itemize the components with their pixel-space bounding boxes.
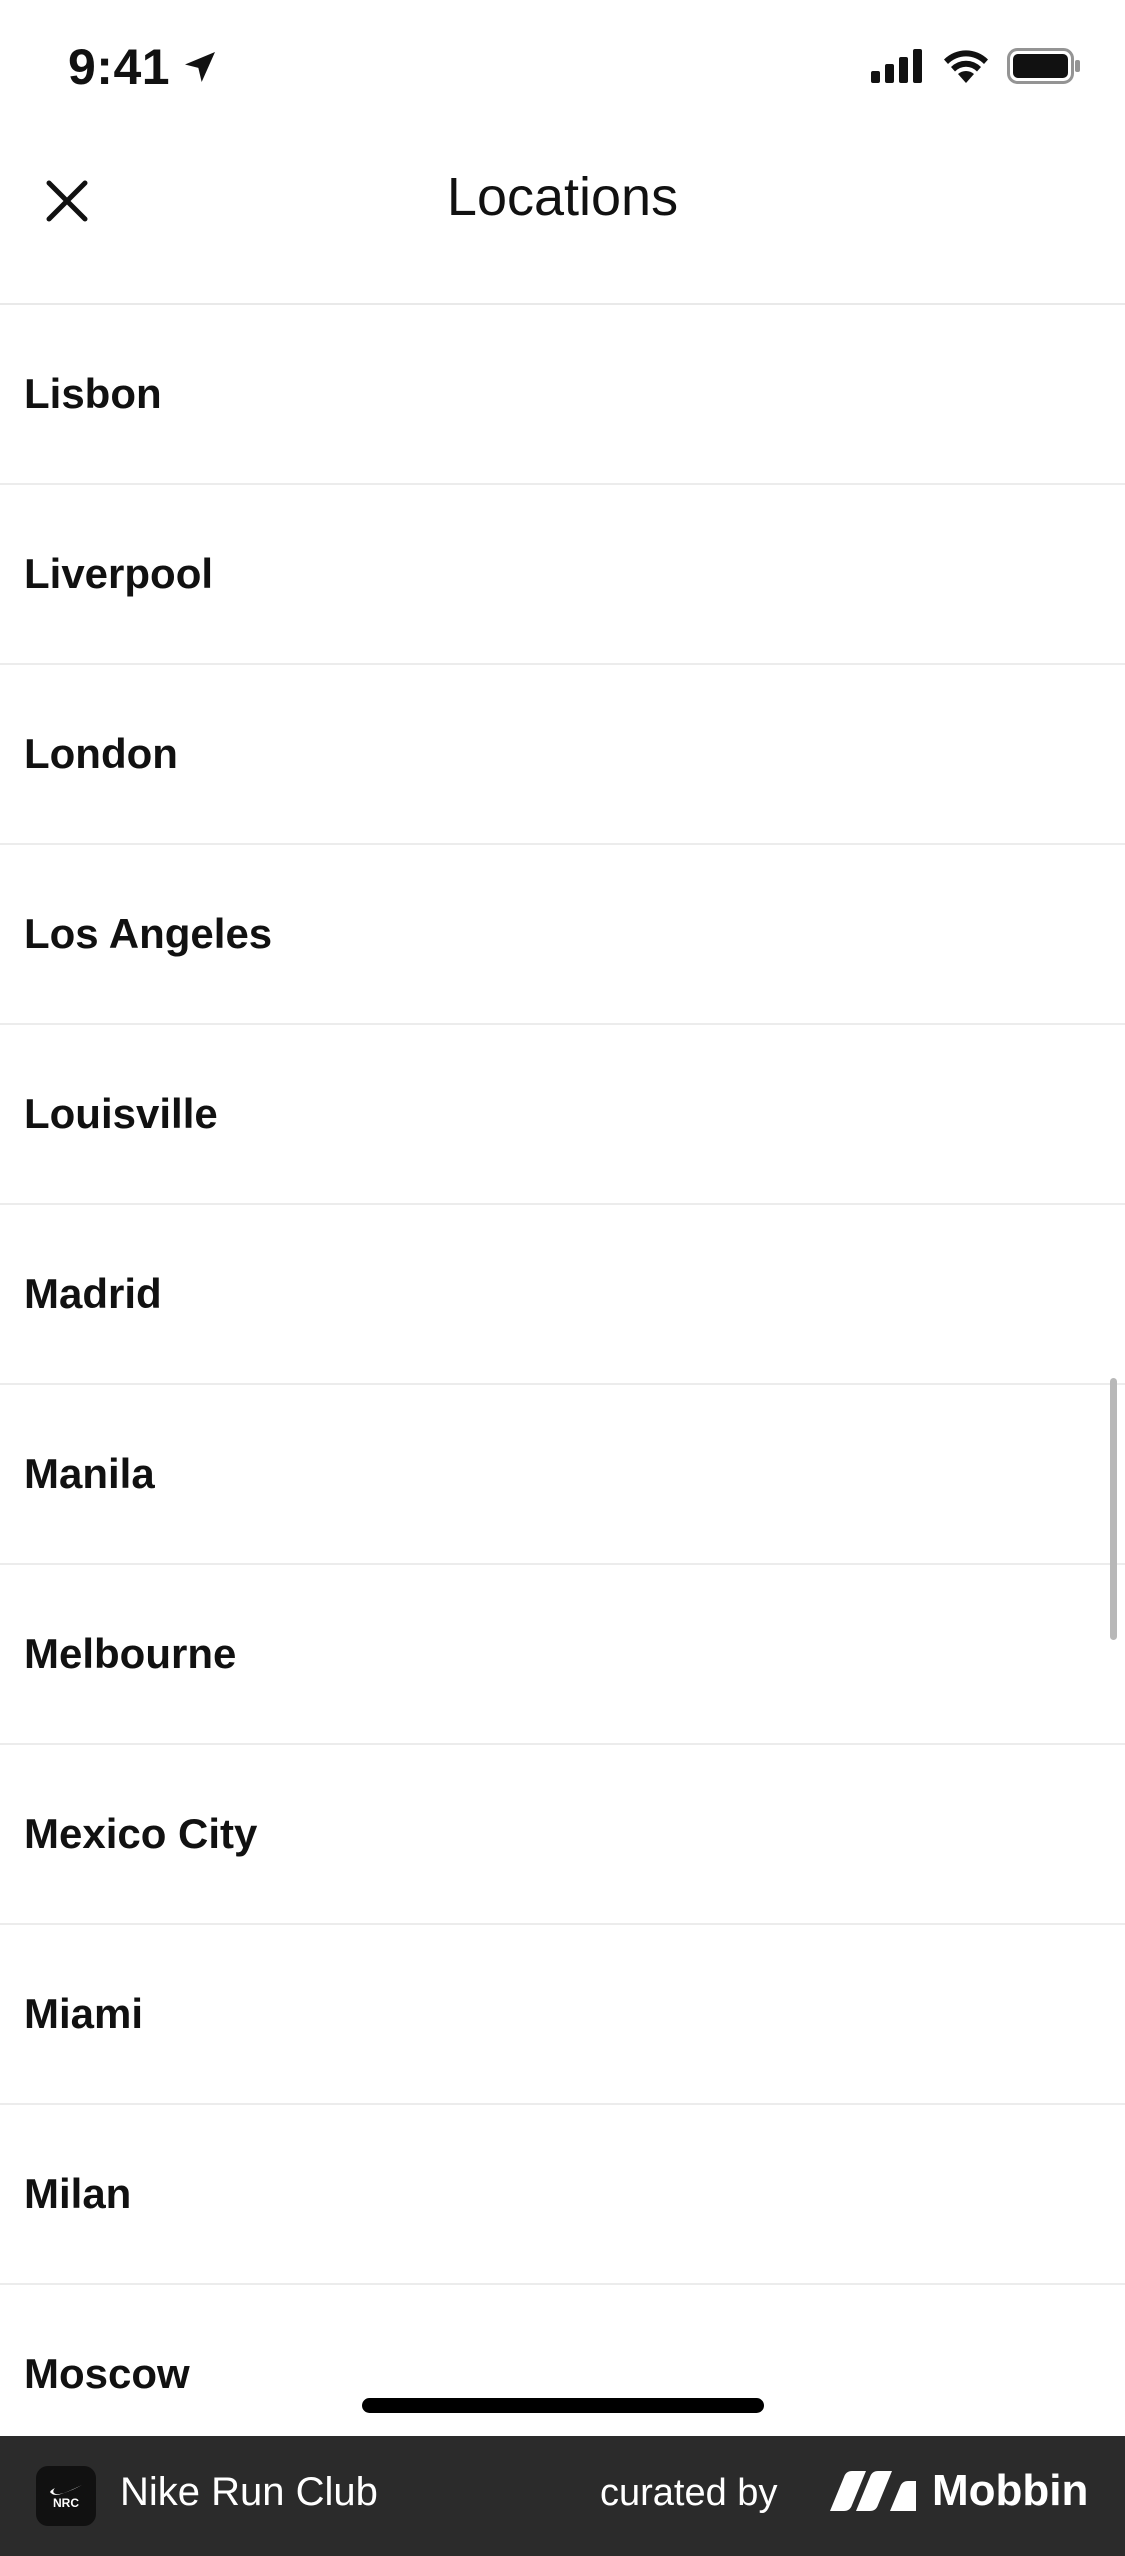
list-item[interactable]: Miami: [0, 1925, 1125, 2105]
mobbin-logo: Mobbin: [830, 2466, 1088, 2516]
location-label: Madrid: [24, 1270, 162, 1317]
status-indicators: [871, 48, 1081, 84]
status-bar: 9:41: [0, 0, 1125, 140]
battery-icon: [1007, 48, 1080, 84]
app-name: Nike Run Club: [120, 2470, 378, 2514]
location-label: Manila: [24, 1450, 155, 1497]
list-item[interactable]: Manila: [0, 1385, 1125, 1565]
location-label: Miami: [24, 1990, 144, 2037]
swoosh-icon: [50, 2485, 82, 2495]
location-label: Melbourne: [24, 1630, 237, 1677]
location-label: Milan: [24, 2170, 132, 2217]
time-label: 9:41: [68, 39, 171, 95]
wifi-icon: [944, 50, 988, 83]
list-item[interactable]: Lisbon: [0, 305, 1125, 485]
scrollbar[interactable]: [1110, 1378, 1117, 1640]
location-label: Moscow: [24, 2350, 190, 2397]
location-label: Mexico City: [24, 1810, 258, 1857]
page-title: Locations: [446, 167, 679, 227]
location-label: Los Angeles: [24, 910, 273, 957]
list-item[interactable]: London: [0, 665, 1125, 845]
location-label: Louisville: [24, 1090, 218, 1137]
home-indicator[interactable]: [362, 2398, 764, 2413]
locations-list: Lisbon Liverpool London Los Angeles Loui…: [0, 305, 1125, 2465]
cellular-signal-icon: [871, 49, 922, 83]
location-arrow-icon: [185, 52, 216, 82]
list-item[interactable]: Milan: [0, 2105, 1125, 2285]
header: Locations: [0, 140, 1125, 305]
list-item[interactable]: Louisville: [0, 1025, 1125, 1205]
list-item[interactable]: Mexico City: [0, 1745, 1125, 1925]
list-item[interactable]: Los Angeles: [0, 845, 1125, 1025]
location-label: Liverpool: [24, 550, 214, 597]
location-label: London: [24, 730, 178, 777]
mobbin-wordmark: Mobbin: [932, 2466, 1089, 2515]
brand-bar: NRC Nike Run Club curated by Mobbin: [0, 2436, 1125, 2556]
list-item[interactable]: Madrid: [0, 1205, 1125, 1385]
list-item[interactable]: Liverpool: [0, 485, 1125, 665]
status-time: 9:41: [68, 38, 220, 96]
mobbin-mark-icon: [830, 2471, 916, 2511]
app-icon-text: NRC: [53, 2496, 79, 2510]
location-label: Lisbon: [24, 370, 162, 417]
app-icon: NRC: [36, 2466, 96, 2526]
curated-by-label: curated by: [600, 2472, 778, 2514]
list-item[interactable]: Melbourne: [0, 1565, 1125, 1745]
